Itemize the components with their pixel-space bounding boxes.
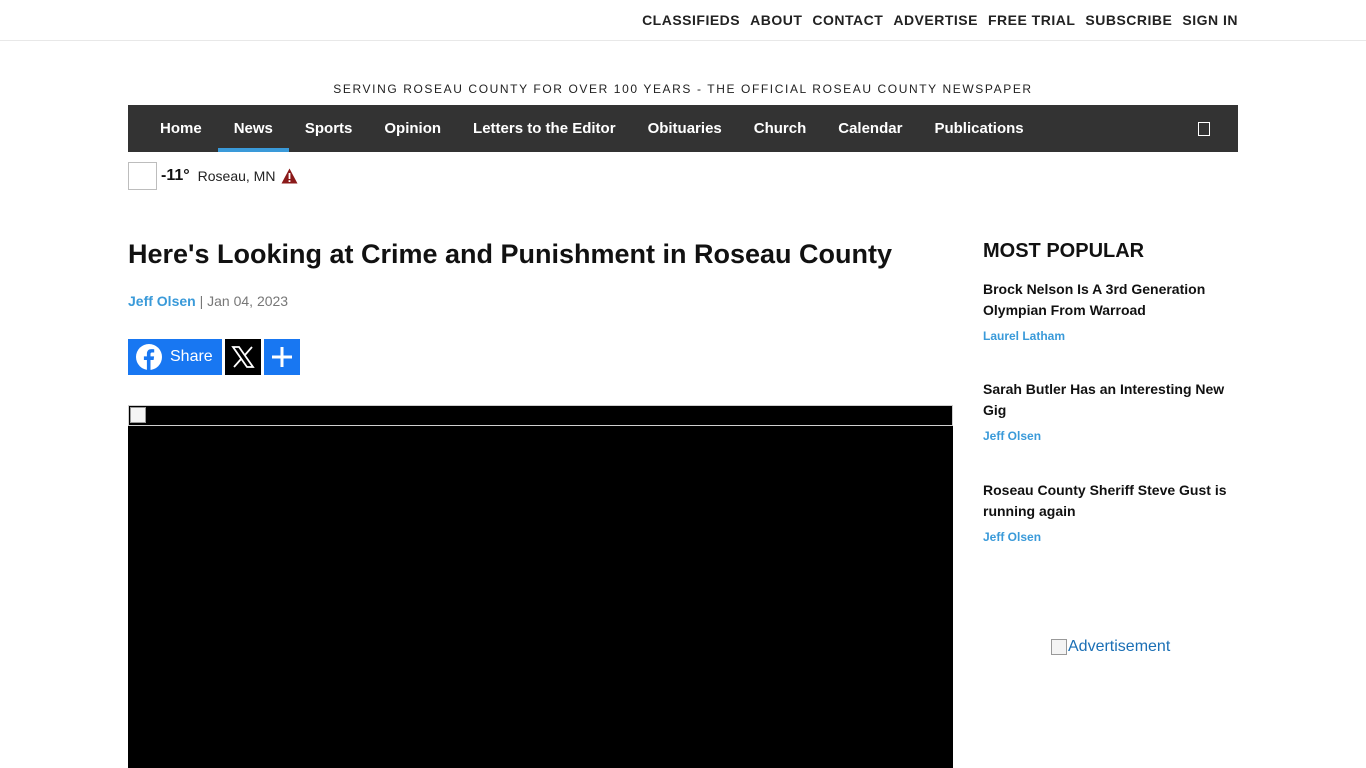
article-image[interactable]: [128, 405, 953, 768]
plus-icon: [272, 347, 292, 367]
popular-item-author[interactable]: Jeff Olsen: [983, 429, 1238, 443]
popular-item-title[interactable]: Sarah Butler Has an Interesting New Gig: [983, 379, 1238, 421]
x-logo-icon: [231, 346, 255, 368]
nav-item-home[interactable]: Home: [144, 105, 218, 152]
nav-item-label: Letters to the Editor: [473, 120, 616, 137]
nav-item-label: Publications: [934, 120, 1024, 137]
article-headline: Here's Looking at Crime and Punishment i…: [128, 239, 893, 269]
top-nav-sign-in[interactable]: SIGN IN: [1182, 12, 1238, 28]
nav-item-label: Obituaries: [647, 120, 722, 137]
popular-item[interactable]: Roseau County Sheriff Steve Gust is runn…: [983, 480, 1238, 544]
weather-condition-icon: [128, 162, 157, 190]
nav-item-sports[interactable]: Sports: [289, 105, 369, 152]
top-nav-about[interactable]: ABOUT: [750, 12, 802, 28]
main-nav: Home News Sports Opinion Letters to the …: [128, 105, 1238, 152]
author-link[interactable]: Jeff Olsen: [128, 293, 196, 309]
top-nav-subscribe[interactable]: SUBSCRIBE: [1085, 12, 1172, 28]
share-label: Share: [170, 348, 213, 365]
advertisement[interactable]: Advertisement: [1051, 638, 1170, 656]
broken-image-icon: [1051, 639, 1067, 655]
popular-item[interactable]: Sarah Butler Has an Interesting New Gig …: [983, 379, 1238, 443]
x-share-button[interactable]: [225, 339, 261, 375]
top-nav-free-trial[interactable]: FREE TRIAL: [988, 12, 1075, 28]
article-byline: Jeff Olsen | Jan 04, 2023: [128, 293, 288, 309]
nav-item-label: News: [233, 120, 273, 137]
popular-item-author[interactable]: Laurel Latham: [983, 329, 1238, 343]
nav-item-label: Calendar: [838, 120, 903, 137]
broken-image-icon: [130, 407, 146, 423]
top-utility-bar: CLASSIFIEDS ABOUT CONTACT ADVERTISE FREE…: [0, 0, 1366, 41]
top-nav-advertise[interactable]: ADVERTISE: [893, 12, 978, 28]
share-buttons: Share: [128, 339, 300, 375]
nav-item-label: Church: [753, 120, 807, 137]
nav-item-calendar[interactable]: Calendar: [822, 105, 918, 152]
broken-image-frame: [128, 406, 953, 426]
weather-location: Roseau, MN: [197, 168, 276, 184]
facebook-share-button[interactable]: Share: [128, 339, 222, 375]
nav-item-opinion[interactable]: Opinion: [368, 105, 457, 152]
weather-temperature: -11°: [161, 167, 190, 184]
nav-item-church[interactable]: Church: [738, 105, 823, 152]
most-popular-heading: MOST POPULAR: [983, 240, 1145, 262]
more-share-button[interactable]: [264, 339, 300, 375]
byline-separator: |: [199, 293, 204, 309]
advertisement-alt-text: Advertisement: [1068, 638, 1171, 655]
nav-item-letters[interactable]: Letters to the Editor: [457, 105, 632, 152]
nav-item-obituaries[interactable]: Obituaries: [632, 105, 738, 152]
warning-icon[interactable]: [281, 168, 298, 184]
popular-item-title[interactable]: Roseau County Sheriff Steve Gust is runn…: [983, 480, 1238, 522]
popular-item-author[interactable]: Jeff Olsen: [983, 530, 1238, 544]
top-nav: CLASSIFIEDS ABOUT CONTACT ADVERTISE FREE…: [642, 12, 1238, 28]
search-icon[interactable]: [1198, 122, 1210, 136]
weather-widget[interactable]: -11° Roseau, MN: [128, 162, 298, 190]
article-date: Jan 04, 2023: [207, 293, 289, 309]
popular-item-title[interactable]: Brock Nelson Is A 3rd Generation Olympia…: [983, 279, 1238, 321]
site-tagline: SERVING ROSEAU COUNTY FOR OVER 100 YEARS…: [333, 82, 1033, 96]
nav-item-label: Home: [160, 120, 202, 137]
top-nav-contact[interactable]: CONTACT: [812, 12, 883, 28]
nav-item-news[interactable]: News: [217, 105, 290, 152]
nav-item-label: Opinion: [384, 120, 442, 137]
top-nav-classifieds[interactable]: CLASSIFIEDS: [642, 12, 740, 28]
nav-item-publications[interactable]: Publications: [918, 105, 1039, 152]
nav-item-label: Sports: [304, 120, 353, 137]
facebook-icon: [136, 344, 162, 370]
popular-item[interactable]: Brock Nelson Is A 3rd Generation Olympia…: [983, 279, 1238, 343]
